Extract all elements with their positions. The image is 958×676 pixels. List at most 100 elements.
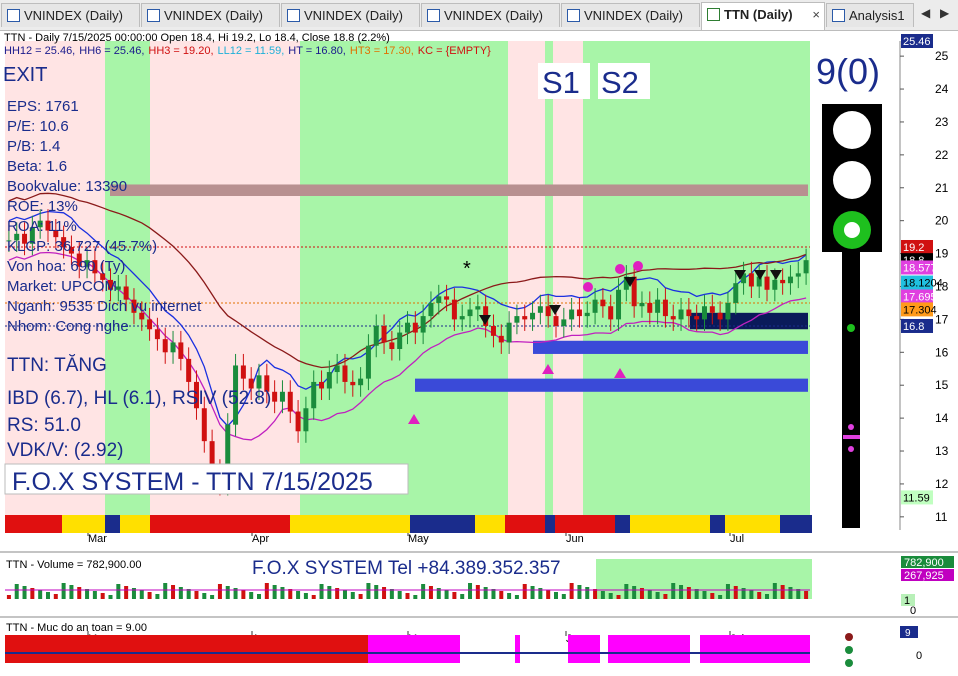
volume-bar bbox=[366, 583, 371, 599]
price-tick-label: 14 bbox=[935, 411, 949, 425]
volume-bar bbox=[608, 593, 613, 599]
volume-bar bbox=[319, 584, 324, 599]
trend-color-strip bbox=[105, 515, 120, 533]
tab-3[interactable]: VNINDEX (Daily) bbox=[421, 3, 560, 27]
volume-bar bbox=[397, 591, 402, 599]
trend-color-strip bbox=[505, 515, 545, 533]
volume-bar bbox=[600, 591, 605, 599]
magenta-dot-marker bbox=[633, 261, 643, 271]
safety-level-block bbox=[700, 635, 810, 663]
candle-body bbox=[334, 365, 340, 373]
candle-body bbox=[514, 316, 520, 323]
candle-body bbox=[490, 325, 496, 336]
trend-color-strip bbox=[615, 515, 630, 533]
magenta-dot-marker bbox=[583, 282, 593, 292]
s2-label: S2 bbox=[601, 65, 639, 100]
candle-body bbox=[576, 309, 582, 317]
candle-body bbox=[459, 316, 465, 320]
volume-bar bbox=[468, 583, 473, 599]
volume-bar bbox=[116, 584, 121, 599]
tab-scroll-left-icon[interactable]: ◀ bbox=[921, 6, 930, 20]
chart-tab-icon bbox=[832, 9, 845, 22]
header-level-6: KC = {EMPTY} bbox=[418, 45, 491, 57]
traffic-light-indicator bbox=[822, 104, 882, 528]
chart-tab-icon bbox=[7, 9, 20, 22]
volume-bar bbox=[632, 586, 637, 599]
candle-body bbox=[608, 306, 614, 320]
volume-bar bbox=[702, 591, 707, 599]
volume-bar bbox=[38, 590, 43, 599]
candle-body bbox=[279, 391, 285, 402]
candle-body bbox=[436, 296, 442, 303]
tab-6[interactable]: Analysis1 bbox=[826, 3, 914, 27]
volume-bar bbox=[92, 591, 97, 599]
support-band-2 bbox=[415, 378, 808, 392]
candle-body bbox=[553, 316, 559, 326]
price-chart-canvas[interactable]: TTN - Daily 7/15/2025 00:00:00 Open 18.4… bbox=[0, 31, 958, 671]
trend-color-strip bbox=[5, 515, 62, 533]
candle-body bbox=[240, 365, 246, 379]
tab-label: VNINDEX (Daily) bbox=[24, 8, 123, 23]
candle-body bbox=[772, 279, 778, 290]
volume-bar bbox=[514, 595, 519, 599]
chart-tab-icon bbox=[707, 8, 720, 21]
candle-body bbox=[522, 316, 528, 320]
candle-body bbox=[701, 306, 707, 320]
volume-bar bbox=[616, 595, 621, 599]
stat-line: KLCP: 36.727 (45.7%) bbox=[7, 238, 157, 255]
stat-line: ROA: 11% bbox=[7, 218, 77, 235]
chart-tab-bar: VNINDEX (Daily) VNINDEX (Daily) VNINDEX (D… bbox=[0, 0, 958, 31]
candle-body bbox=[592, 299, 598, 313]
volume-bar bbox=[139, 590, 144, 599]
month-label: Apr bbox=[252, 533, 269, 545]
volume-bar bbox=[686, 587, 691, 599]
tab-label: VNINDEX (Daily) bbox=[444, 8, 543, 23]
volume-bar bbox=[561, 594, 566, 599]
tab-label: VNINDEX (Daily) bbox=[164, 8, 263, 23]
safety-status-dot bbox=[845, 646, 853, 654]
tab-4[interactable]: VNINDEX (Daily) bbox=[561, 3, 700, 27]
candle-body bbox=[256, 375, 262, 389]
candle-body bbox=[530, 312, 536, 320]
candle-body bbox=[616, 289, 622, 320]
price-tick-label: 22 bbox=[935, 148, 949, 162]
candle-body bbox=[272, 391, 278, 402]
candle-body bbox=[709, 306, 715, 313]
tab-scroll-right-icon[interactable]: ▶ bbox=[940, 6, 949, 20]
trend-zone-7 bbox=[553, 41, 583, 530]
candle-body bbox=[662, 299, 668, 317]
safety-axis-zero: 0 bbox=[916, 650, 922, 662]
price-tag-text: 17.695 bbox=[903, 292, 937, 304]
candle-body bbox=[600, 299, 606, 307]
candle-body bbox=[670, 316, 676, 320]
volume-bar bbox=[303, 593, 308, 599]
safety-level-block bbox=[5, 635, 368, 663]
volume-bar bbox=[272, 585, 277, 599]
stat-line: Market: UPCOM bbox=[7, 278, 117, 295]
volume-bar bbox=[585, 587, 590, 599]
candle-body bbox=[389, 342, 395, 350]
candle-body bbox=[319, 381, 325, 389]
price-tick-label: 11 bbox=[935, 510, 948, 524]
stat-line: EPS: 1761 bbox=[7, 98, 79, 115]
stat-line: Beta: 1.6 bbox=[7, 158, 67, 175]
tab-5[interactable]: TTN (Daily) × bbox=[701, 2, 825, 30]
volume-bar bbox=[530, 586, 535, 599]
bookvalue-band bbox=[110, 184, 808, 196]
month-label: May bbox=[408, 533, 429, 545]
tab-1[interactable]: VNINDEX (Daily) bbox=[141, 3, 280, 27]
tab-0[interactable]: VNINDEX (Daily) bbox=[1, 3, 140, 27]
header-level-5: HT3 = 17.30, bbox=[350, 45, 414, 57]
volume-bar bbox=[428, 586, 433, 599]
volume-bar bbox=[249, 592, 254, 599]
trend-color-strip bbox=[475, 515, 505, 533]
candle-body bbox=[694, 316, 700, 320]
tab-close-icon[interactable]: × bbox=[812, 3, 820, 27]
wave-count-label: 9(0) bbox=[816, 51, 880, 92]
volume-bar bbox=[108, 595, 113, 599]
tab-2[interactable]: VNINDEX (Daily) bbox=[281, 3, 420, 27]
candle-body bbox=[162, 339, 168, 353]
volume-bar bbox=[725, 584, 730, 599]
volume-bar bbox=[342, 590, 347, 599]
volume-bar bbox=[475, 585, 480, 599]
